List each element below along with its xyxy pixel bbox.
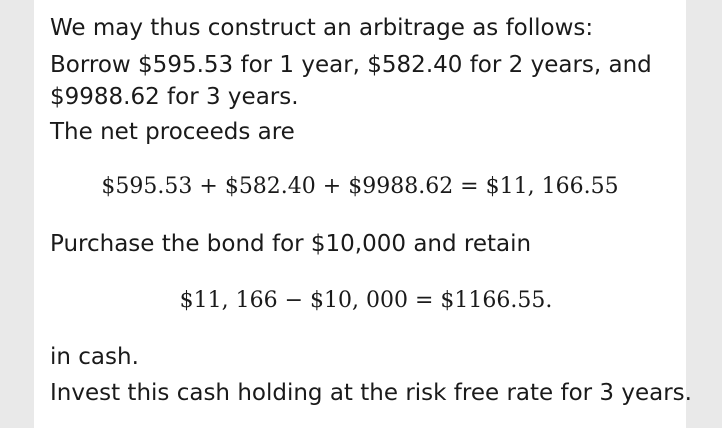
text-line-in-cash: in cash. xyxy=(50,344,139,370)
text-line-invest: Invest this cash holding at the risk fre… xyxy=(50,380,692,406)
text-line-borrow-cont: $9988.62 for 3 years. xyxy=(50,84,299,110)
text-line-net-proceeds: The net proceeds are xyxy=(50,119,295,145)
document-page: We may thus construct an arbitrage as fo… xyxy=(34,0,692,428)
equation-retain: $11, 166 − $10, 000 = $1166.55. xyxy=(179,288,553,313)
text-line-purchase: Purchase the bond for $10,000 and retain xyxy=(50,231,532,257)
text-line-borrow: Borrow $595.53 for 1 year, $582.40 for 2… xyxy=(50,52,652,78)
equation-net-proceeds: $595.53 + $582.40 + $9988.62 = $11, 166.… xyxy=(101,174,619,199)
text-line-intro: We may thus construct an arbitrage as fo… xyxy=(50,15,594,41)
